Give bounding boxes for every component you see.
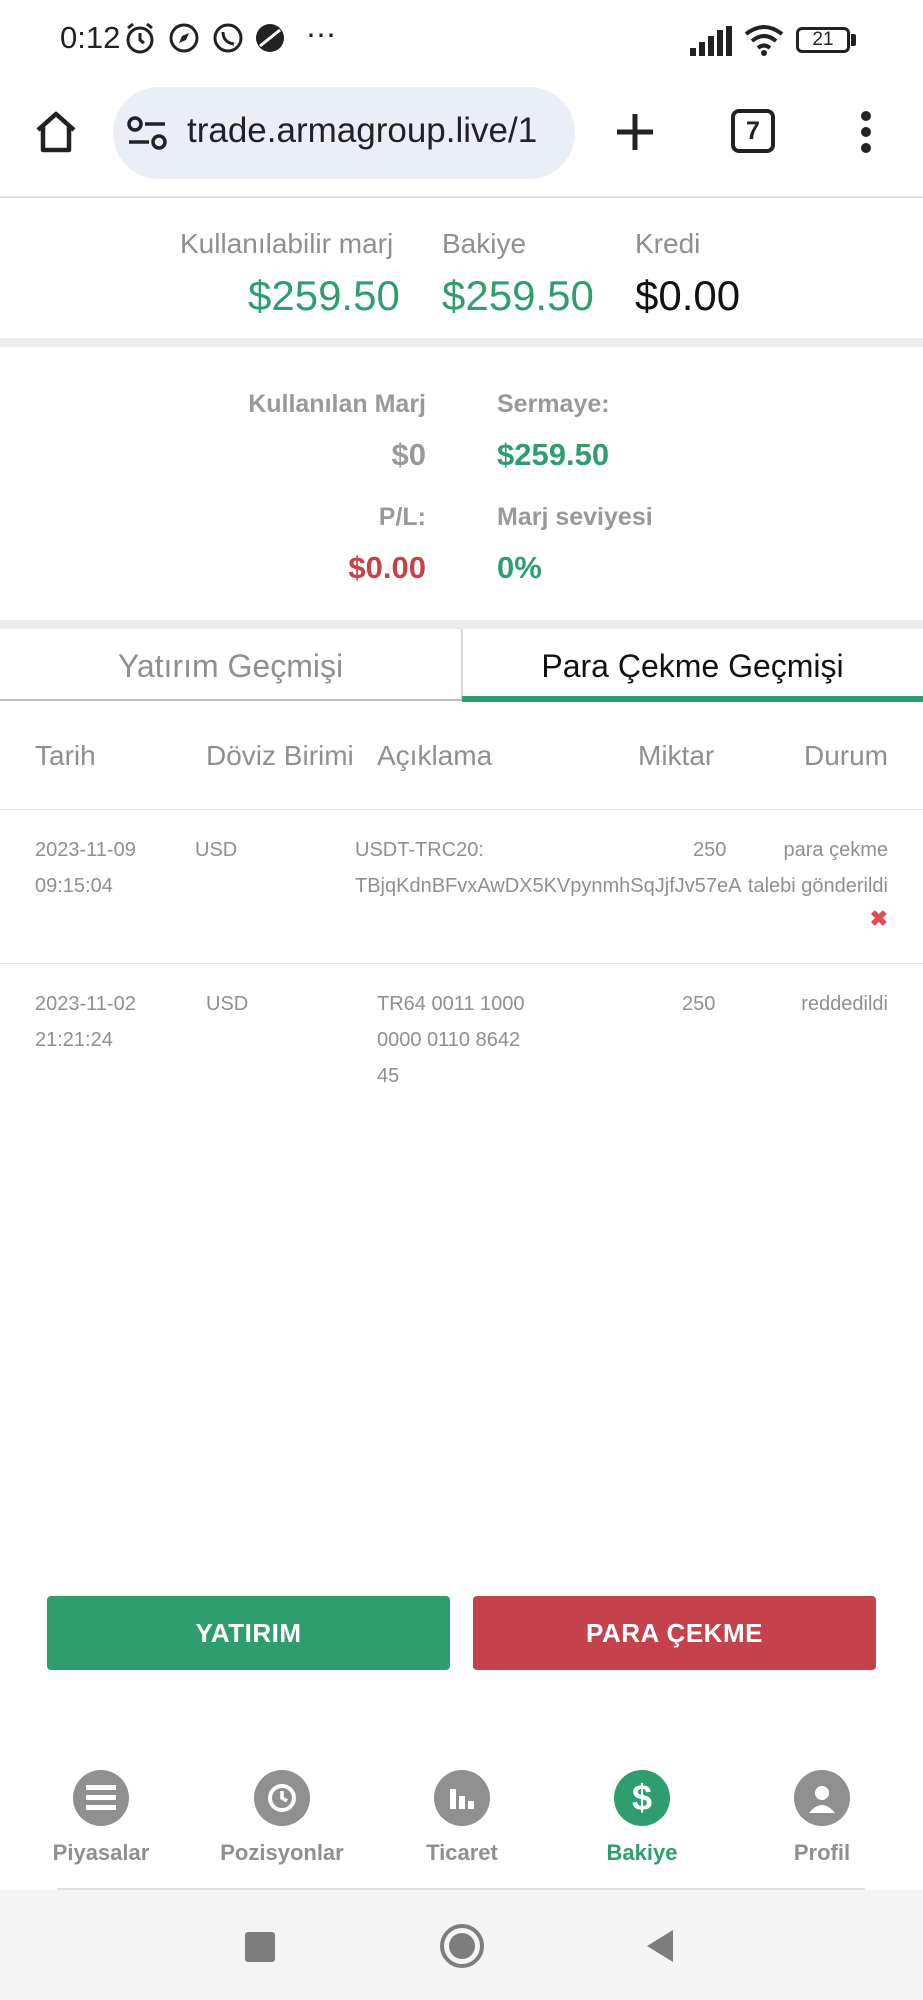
row-description-address: TBjqKdnBFvxAwDX5KVpynmhSqJjfJv57eA — [355, 875, 742, 897]
system-navigation-bar — [0, 1890, 923, 2000]
used-margin-value: $0 — [391, 437, 426, 472]
row-date: 2023-11-09 — [35, 839, 136, 861]
user-icon — [794, 1770, 850, 1826]
row-date: 2023-11-02 — [35, 993, 136, 1015]
row-description: TR64 0011 1000 — [377, 993, 525, 1015]
col-header-status: Durum — [803, 740, 888, 771]
row-status-detail: talebi gönderildi — [747, 868, 888, 904]
nav-label: Profil — [793, 1840, 851, 1865]
equity-label: Sermaye: — [497, 390, 610, 418]
credit-label: Kredi — [635, 228, 701, 259]
whatsapp-icon — [213, 23, 243, 53]
home-icon[interactable] — [32, 108, 80, 156]
row-description-line2: 0000 0110 8642 — [377, 1029, 521, 1051]
row-description-line3: 45 — [377, 1065, 400, 1087]
overflow-menu-icon[interactable] — [858, 108, 874, 156]
nav-label: Pozisyonlar — [220, 1840, 344, 1865]
section-divider — [0, 620, 923, 629]
equity-value: $259.50 — [497, 437, 610, 472]
dollar-icon: $ — [614, 1770, 670, 1826]
row-amount: 250 — [693, 839, 727, 861]
more-notifications-icon: ⋯ — [306, 19, 336, 52]
pl-value: $0.00 — [348, 550, 426, 585]
nav-item-profile[interactable]: Profil — [752, 1770, 892, 1866]
pl-label: P/L: — [378, 503, 426, 531]
row-description: USDT-TRC20: — [355, 839, 484, 861]
balance-label: Bakiye — [442, 228, 527, 259]
credit-value: $0.00 — [635, 272, 741, 319]
row-amount: 250 — [682, 993, 716, 1015]
cancel-request-icon[interactable]: ✖ — [870, 906, 888, 932]
tab-withdrawal-history[interactable]: Para Çekme Geçmişi — [462, 632, 923, 700]
col-header-currency: Döviz Birimi — [206, 740, 354, 771]
col-header-amount: Miktar — [638, 740, 715, 771]
back-icon[interactable] — [645, 1928, 675, 1964]
battery-level: 21 — [812, 29, 834, 50]
row-divider — [0, 963, 923, 964]
available-margin-value: $259.50 — [248, 272, 400, 319]
row-currency: USD — [206, 993, 249, 1015]
margin-level-label: Marj seviyesi — [497, 503, 653, 531]
withdraw-button[interactable]: PARA ÇEKME — [473, 1596, 876, 1670]
wifi-icon — [744, 25, 784, 56]
compass-icon — [169, 23, 199, 53]
available-margin-label: Kullanılabilir marj — [180, 228, 394, 259]
battery-tip — [851, 34, 856, 46]
col-header-description: Açıklama — [377, 740, 493, 771]
home-button-icon[interactable] — [439, 1923, 485, 1969]
tab-underline-inactive — [0, 699, 462, 701]
battery-icon: 21 — [796, 27, 850, 53]
status-bar: 0:12 ⋯ 21 — [0, 0, 923, 80]
history-icon — [254, 1770, 310, 1826]
row-status: para çekme — [783, 839, 889, 861]
nav-label: Piyasalar — [52, 1840, 150, 1865]
row-divider — [0, 809, 923, 810]
nav-item-balance[interactable]: $ Bakiye — [572, 1770, 712, 1866]
nav-item-markets[interactable]: Piyasalar — [31, 1770, 171, 1866]
nav-label: Bakiye — [606, 1840, 678, 1865]
alarm-icon — [126, 22, 154, 54]
new-tab-icon[interactable] — [613, 110, 657, 154]
url-text[interactable]: trade.armagroup.live/1 — [187, 111, 559, 151]
signal-icon — [690, 26, 732, 56]
row-status: reddedildi — [801, 993, 888, 1015]
col-header-date: Tarih — [35, 740, 96, 771]
tab-underline-active — [462, 696, 923, 702]
row-currency: USD — [195, 839, 238, 861]
section-divider — [0, 338, 923, 347]
tab-divider — [461, 629, 463, 701]
tab-switcher-button[interactable]: 7 — [731, 109, 775, 153]
nav-item-positions[interactable]: Pozisyonlar — [212, 1770, 352, 1866]
nav-item-trade[interactable]: Ticaret — [392, 1770, 532, 1866]
bar-chart-icon — [434, 1770, 490, 1826]
tab-count: 7 — [746, 116, 760, 145]
nav-label: Ticaret — [426, 1840, 498, 1865]
tab-deposit-history[interactable]: Yatırım Geçmişi — [0, 632, 461, 700]
app-icon — [256, 24, 284, 52]
margin-level-value: 0% — [497, 550, 542, 585]
row-time: 21:21:24 — [35, 1029, 113, 1051]
list-icon — [73, 1770, 129, 1826]
used-margin-label: Kullanılan Marj — [248, 390, 426, 418]
balance-value: $259.50 — [442, 272, 594, 319]
deposit-button[interactable]: YATIRIM — [47, 1596, 450, 1670]
site-settings-icon[interactable] — [127, 115, 167, 151]
row-time: 09:15:04 — [35, 875, 113, 897]
recent-apps-icon[interactable] — [245, 1932, 275, 1962]
status-time: 0:12 — [60, 20, 121, 55]
